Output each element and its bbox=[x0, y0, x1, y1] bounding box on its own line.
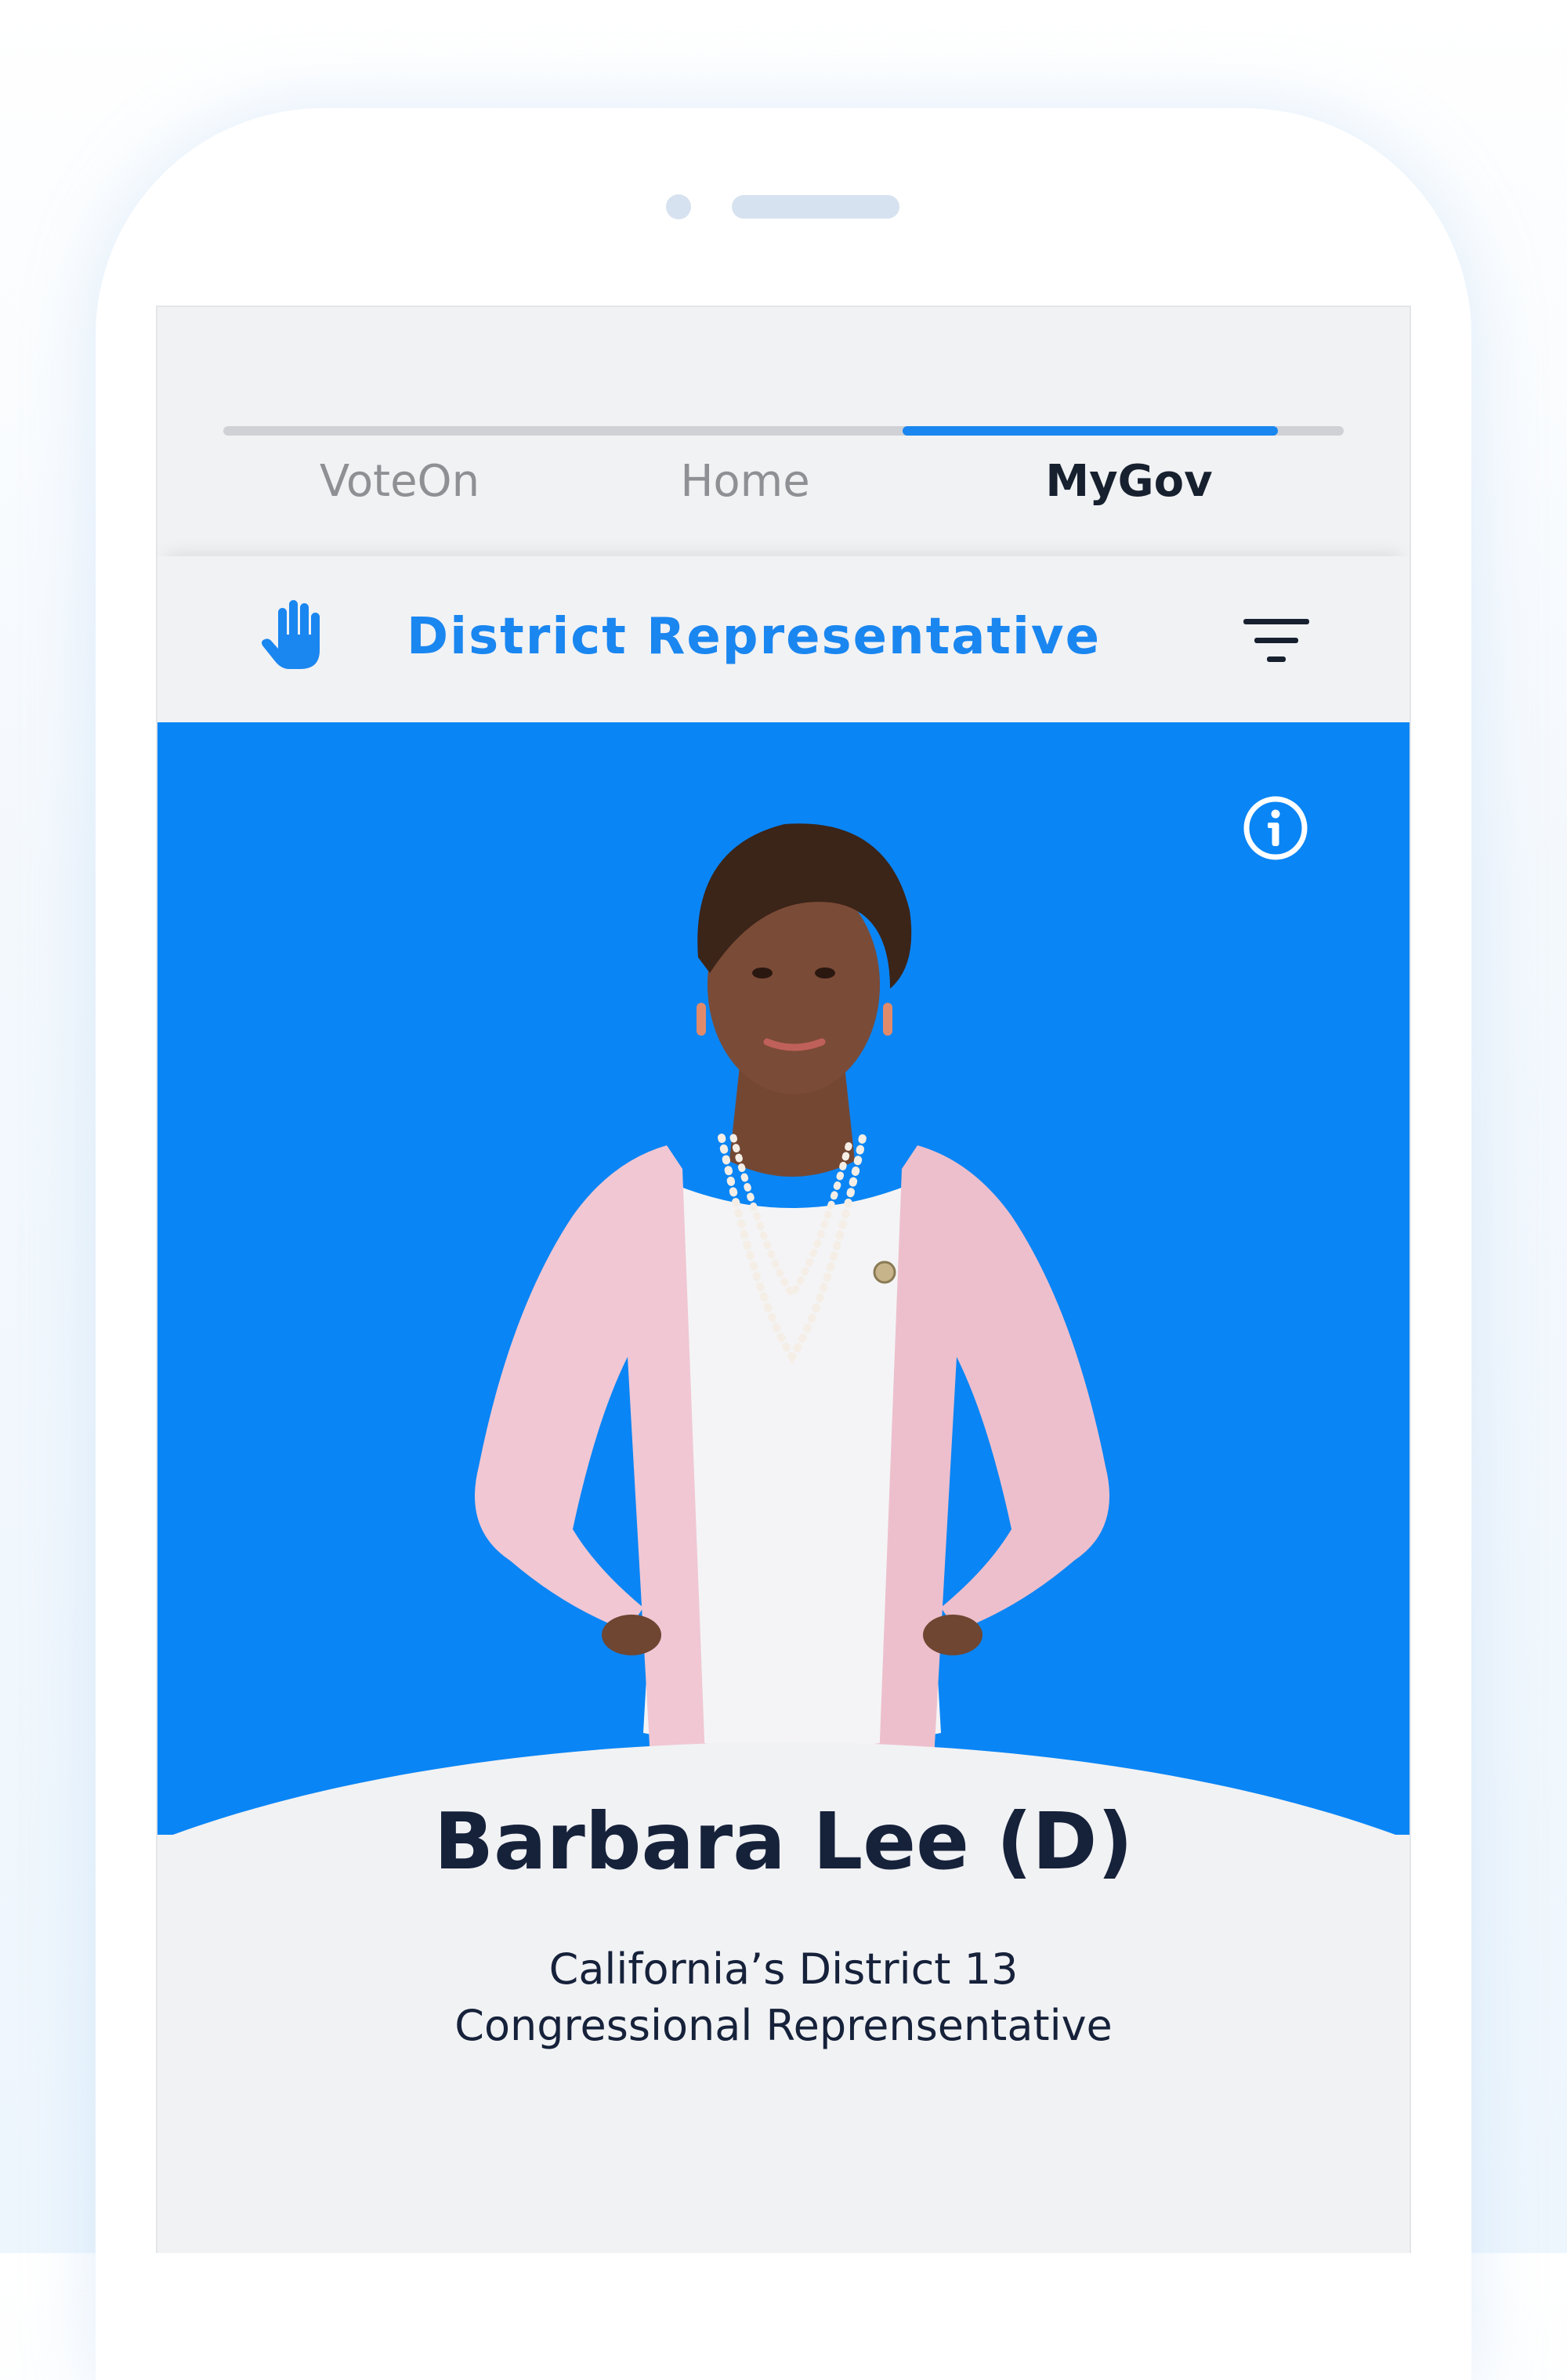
front-camera bbox=[666, 194, 691, 219]
representative-district: California’s District 13 bbox=[548, 1944, 1019, 1994]
representative-name: Barbara Lee (D) bbox=[433, 1796, 1134, 1887]
app-screen: VoteOn Home MyGov District Representativ… bbox=[156, 306, 1411, 2253]
raised-hand-icon bbox=[262, 600, 320, 669]
tab-home[interactable]: Home bbox=[588, 447, 902, 517]
tab-voteon[interactable]: VoteOn bbox=[223, 447, 576, 517]
earpiece-speaker bbox=[732, 195, 899, 219]
representative-role: Congressional Reprensentative bbox=[454, 2001, 1113, 2050]
top-tab-bar: VoteOn Home MyGov bbox=[157, 307, 1410, 556]
active-tab-indicator bbox=[903, 426, 1278, 436]
representative-portrait bbox=[475, 823, 1109, 1835]
tab-mygov[interactable]: MyGov bbox=[941, 447, 1317, 517]
filter-icon[interactable] bbox=[1243, 619, 1309, 666]
section-header: District Representative bbox=[157, 556, 1410, 722]
hero-banner bbox=[157, 722, 1410, 1835]
section-title: District Representative bbox=[407, 608, 1102, 666]
